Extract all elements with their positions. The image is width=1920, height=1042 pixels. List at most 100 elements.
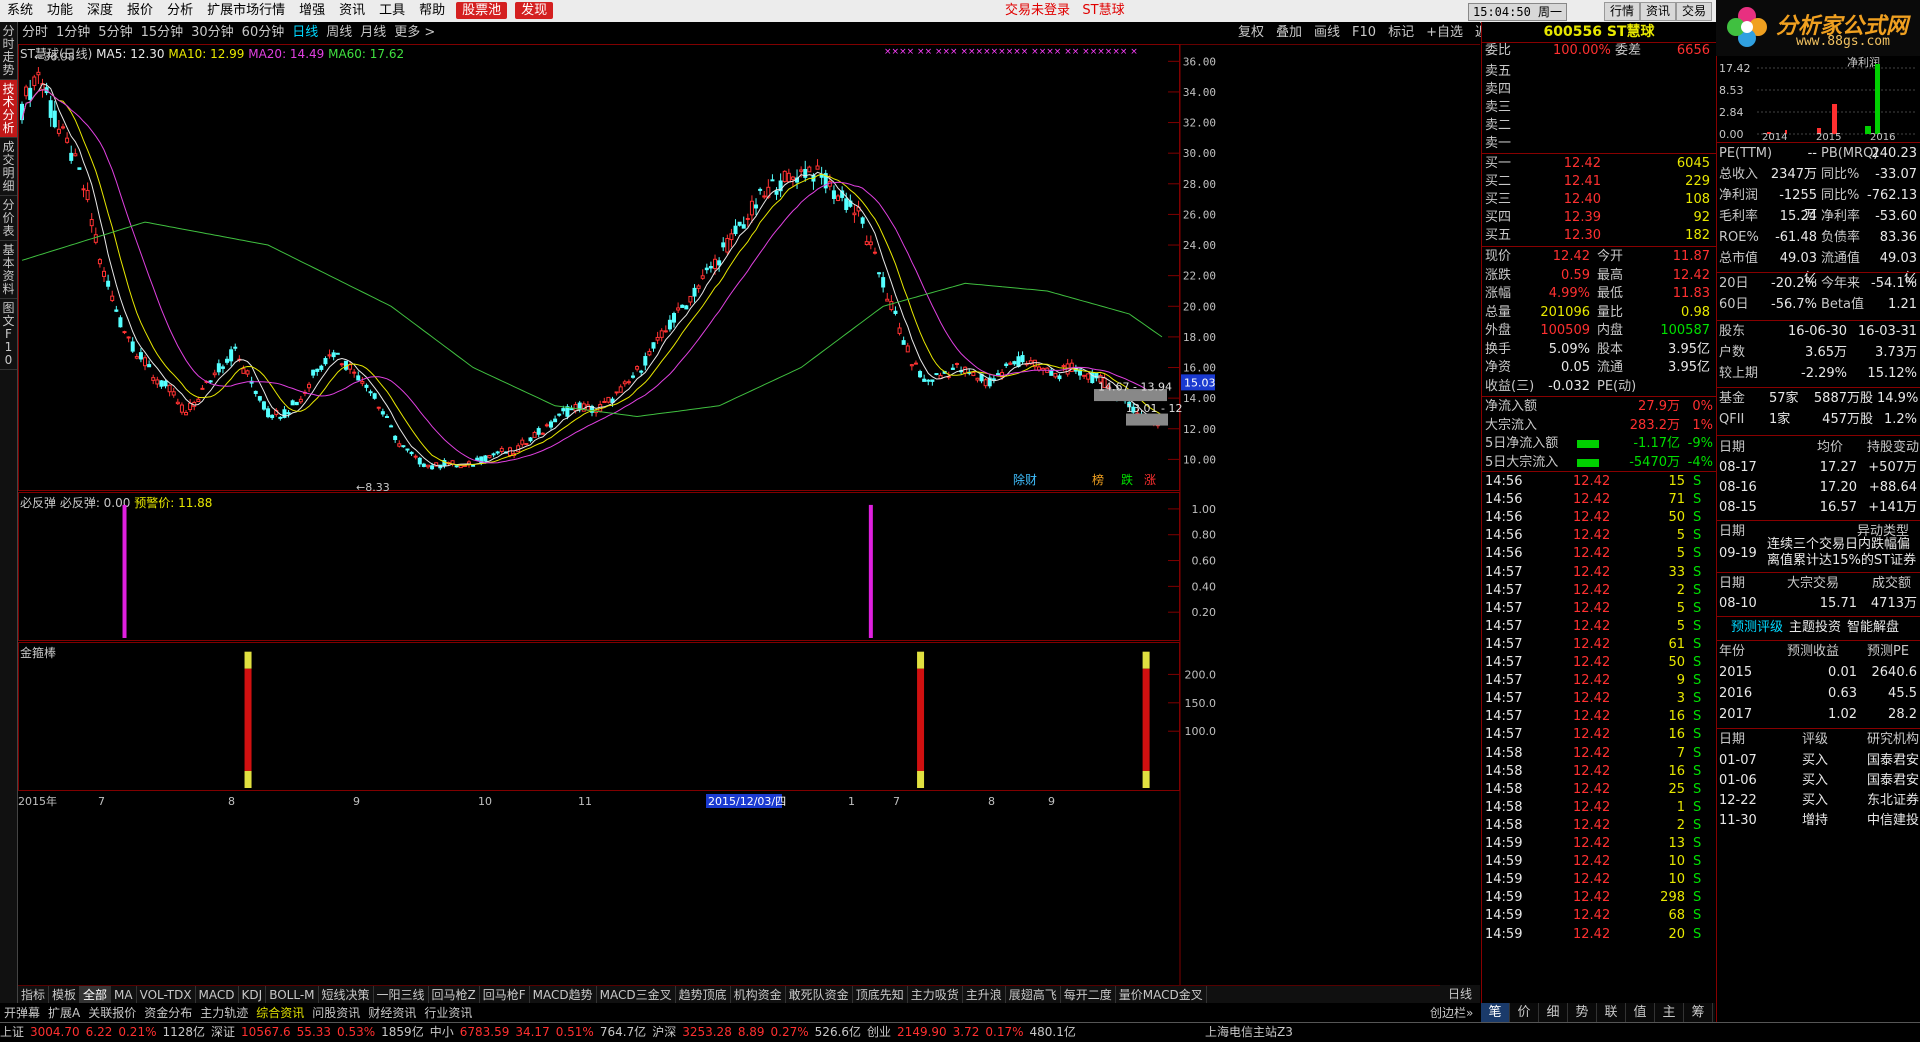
tick-row-19: 14:58 12.42 2 S (1485, 817, 1702, 833)
indicator-tab-21[interactable]: 每开二度 (1061, 986, 1116, 1004)
menu-item-0[interactable]: 系统 (0, 0, 40, 22)
indicator-tab-9[interactable]: 一阳三线 (374, 986, 429, 1004)
quote-tab-7[interactable]: 筹 (1684, 1003, 1713, 1023)
menu-item-4[interactable]: 分析 (160, 0, 200, 22)
period-7[interactable]: 周线 (322, 22, 356, 44)
indicator-tab-19[interactable]: 主升浪 (963, 986, 1006, 1004)
indicator-tab-7[interactable]: BOLL-M (266, 986, 319, 1004)
indicator-tab-10[interactable]: 回马枪Z (429, 986, 480, 1004)
indicator-tab-5[interactable]: MACD (196, 986, 239, 1004)
menu-item-2[interactable]: 深度 (80, 0, 120, 22)
vtab-2[interactable]: 成交明细 (0, 138, 17, 196)
period-8[interactable]: 月线 (356, 22, 390, 44)
period-5[interactable]: 60分钟 (238, 22, 289, 44)
indicator-tab-2[interactable]: 全部 (80, 986, 112, 1004)
indicator-tab-3[interactable]: MA (111, 986, 137, 1004)
period-9[interactable]: 更多 > (390, 22, 439, 44)
candle-body (52, 110, 57, 128)
indicator-tab-1[interactable]: 模板 (49, 986, 81, 1004)
server-status[interactable]: 上海电信主站Z3 (1205, 1023, 1293, 1042)
vtab-5[interactable]: 图文F10 (0, 299, 17, 370)
menu-red-button-0[interactable]: 股票池 (456, 2, 508, 19)
menu-item-3[interactable]: 报价 (120, 0, 160, 22)
top-button-news[interactable]: 资讯 (1640, 2, 1677, 21)
candle-body (85, 189, 90, 201)
menu-item-6[interactable]: 增强 (292, 0, 332, 22)
candle-body (360, 381, 365, 384)
event-marker-0[interactable]: 除财 (1013, 472, 1037, 487)
menu-item-8[interactable]: 工具 (372, 0, 412, 22)
y-tick-label: 34.00 (1183, 86, 1216, 99)
vtab-3[interactable]: 分价表 (0, 196, 17, 241)
indicator-tab-15[interactable]: 机构资金 (731, 986, 786, 1004)
status-item-18: 0.27% (770, 1025, 809, 1039)
sub-tab-7[interactable]: 财经资讯 (364, 1003, 420, 1023)
quote-tab-5[interactable]: 值 (1626, 1003, 1655, 1023)
toolbar-btn-2[interactable]: 画线 (1308, 22, 1346, 44)
period-4[interactable]: 30分钟 (187, 22, 238, 44)
menu-red-button-1[interactable]: 发现 (515, 2, 554, 19)
sub-tab-8[interactable]: 行业资讯 (420, 1003, 476, 1023)
indicator-tab-8[interactable]: 短线决策 (319, 986, 374, 1004)
sub-tab-4[interactable]: 主力轨迹 (196, 1003, 252, 1023)
f10-tab-1[interactable]: 主题投资 (1789, 617, 1841, 639)
top-button-quote[interactable]: 行情 (1604, 2, 1641, 21)
toolbar-btn-5[interactable]: +自选 (1420, 22, 1469, 44)
indicator-tab-13[interactable]: MACD三金叉 (597, 986, 676, 1004)
quote-tab-6[interactable]: 主 (1655, 1003, 1684, 1023)
menu-item-9[interactable]: 帮助 (412, 0, 452, 22)
signal-markers: ×××× ×× ××× ××××××××× ×××× ×× ×××××× × (884, 47, 1138, 57)
vtab-0[interactable]: 分时走势 (0, 22, 17, 80)
indicator-tab-14[interactable]: 趋势顶底 (676, 986, 731, 1004)
indicator-tab-6[interactable]: KDJ (239, 986, 267, 1004)
quote-tab-4[interactable]: 联 (1597, 1003, 1626, 1023)
sub-tab-1[interactable]: 扩展A (44, 1003, 84, 1023)
period-0[interactable]: 分时 (18, 22, 52, 44)
toolbar-btn-1[interactable]: 叠加 (1270, 22, 1308, 44)
quote-tab-1[interactable]: 价 (1510, 1003, 1539, 1023)
indicator-tab-20[interactable]: 展翅高飞 (1006, 986, 1061, 1004)
indicator-tab-22[interactable]: 量价MACD金叉 (1116, 986, 1207, 1004)
vtab-1[interactable]: 技术分析 (0, 80, 17, 138)
quote-tab-3[interactable]: 势 (1568, 1003, 1597, 1023)
period-3[interactable]: 15分钟 (137, 22, 188, 44)
event-marker-3[interactable]: 涨 (1144, 472, 1156, 487)
period-2[interactable]: 5分钟 (94, 22, 136, 44)
f10-tab-2[interactable]: 智能解盘 (1847, 617, 1899, 639)
event-marker-1[interactable]: 榜 (1092, 472, 1104, 487)
f10-tab-0[interactable]: 预测评级 (1731, 617, 1783, 639)
low-price-label: ←8.33 (356, 481, 390, 494)
menu-item-1[interactable]: 功能 (40, 0, 80, 22)
period-right-label[interactable]: 日线 (1440, 985, 1480, 1003)
menu-item-7[interactable]: 资讯 (332, 0, 372, 22)
candle-body (696, 285, 701, 289)
candle-body (290, 400, 295, 406)
indicator-tab-18[interactable]: 主力吸货 (908, 986, 963, 1004)
candle-body (138, 352, 143, 360)
period-1[interactable]: 1分钟 (52, 22, 94, 44)
sub-tab-0[interactable]: 开弹幕 (0, 1003, 44, 1023)
sub-tab-2[interactable]: 关联报价 (84, 1003, 140, 1023)
ma60-line (21, 221, 1163, 418)
event-marker-2[interactable]: 跌 (1121, 472, 1133, 487)
candle-body (672, 313, 677, 323)
toolbar-btn-4[interactable]: 标记 (1382, 22, 1420, 44)
toolbar-btn-3[interactable]: F10 (1346, 22, 1382, 44)
sub-tab-5[interactable]: 综合资讯 (252, 1003, 308, 1023)
indicator-tab-0[interactable]: 指标 (18, 986, 50, 1004)
period-6[interactable]: 日线 (288, 22, 322, 44)
top-button-trade[interactable]: 交易 (1676, 2, 1713, 21)
toolbar-btn-0[interactable]: 复权 (1232, 22, 1270, 44)
indicator-tab-16[interactable]: 敢死队资金 (786, 986, 853, 1004)
sidebar-toggle[interactable]: 创边栏» (1430, 1003, 1473, 1023)
indicator-tab-4[interactable]: VOL-TDX (137, 986, 196, 1004)
sub-tab-3[interactable]: 资金分布 (140, 1003, 196, 1023)
quote-tab-2[interactable]: 细 (1539, 1003, 1568, 1023)
indicator-tab-17[interactable]: 顶底先知 (853, 986, 908, 1004)
sub-tab-6[interactable]: 问股资讯 (308, 1003, 364, 1023)
vtab-4[interactable]: 基本资料 (0, 241, 17, 299)
menu-item-5[interactable]: 扩展市场行情 (200, 0, 292, 22)
indicator-tab-12[interactable]: MACD趋势 (530, 986, 597, 1004)
indicator-tab-11[interactable]: 回马枪F (480, 986, 530, 1004)
quote-tab-0[interactable]: 笔 (1481, 1003, 1510, 1023)
